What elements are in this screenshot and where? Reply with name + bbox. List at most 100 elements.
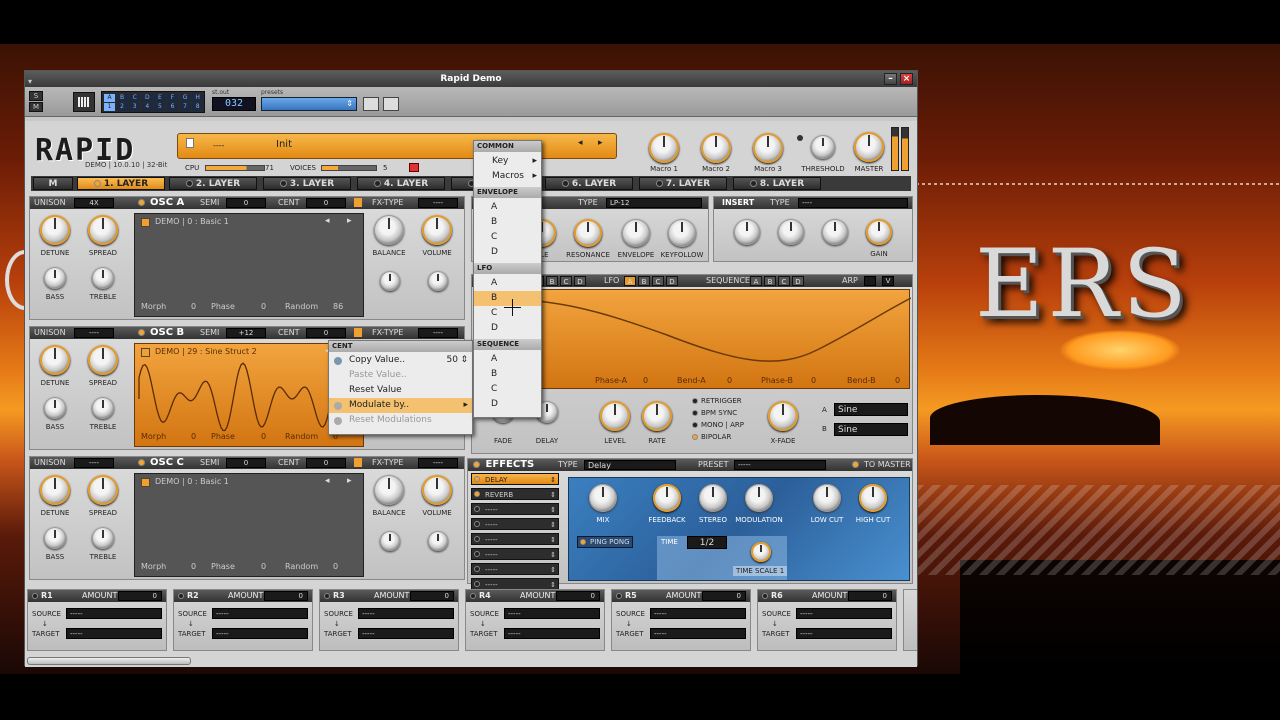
seq-button-d[interactable]: D xyxy=(792,276,804,286)
threshold-knob[interactable] xyxy=(811,135,835,159)
mod-slot-led[interactable] xyxy=(762,593,768,599)
lfo-button-c[interactable]: C xyxy=(652,276,664,286)
fx-slot-3[interactable]: ----- ⇕ xyxy=(471,503,559,515)
mod-source-value[interactable]: ----- xyxy=(358,608,454,619)
fx-type-value[interactable]: ---- xyxy=(418,198,458,208)
mod-amount-value[interactable]: 0 xyxy=(848,591,892,601)
save-icon[interactable] xyxy=(383,97,399,111)
lfo-option-3[interactable]: BIPOLAR xyxy=(692,433,731,441)
mod-amount-value[interactable]: 0 xyxy=(264,591,308,601)
time-scale-knob[interactable] xyxy=(751,542,771,562)
balance-knob[interactable] xyxy=(374,215,404,245)
fx-type-value[interactable]: ---- xyxy=(418,328,458,338)
seq-button-c[interactable]: C xyxy=(778,276,790,286)
treble-knob[interactable] xyxy=(92,527,114,549)
seq-button-b[interactable]: B xyxy=(764,276,776,286)
submenu-lfo-d[interactable]: D xyxy=(474,321,541,336)
semi-value[interactable]: +12 xyxy=(226,328,266,338)
mod-target-value[interactable]: ----- xyxy=(66,628,162,639)
semi-value[interactable]: 0 xyxy=(226,458,266,468)
mod-target-value[interactable]: ----- xyxy=(212,628,308,639)
cent-value[interactable]: 0 xyxy=(306,198,346,208)
macro-3-knob[interactable] xyxy=(753,133,783,163)
submenu-sequence-d[interactable]: D xyxy=(474,397,541,412)
unison-value[interactable]: ---- xyxy=(74,458,114,468)
minimize-button[interactable]: – xyxy=(884,73,897,85)
modulate-by-item[interactable]: Modulate by.. ▸ xyxy=(329,398,472,413)
submenu-lfo-a[interactable]: A xyxy=(474,276,541,291)
submenu-envelope-a[interactable]: A xyxy=(474,200,541,215)
layer-tab-3[interactable]: 3. LAYER xyxy=(263,177,351,190)
submenu-sequence-b[interactable]: B xyxy=(474,367,541,382)
layer-tab-6[interactable]: 6. LAYER xyxy=(545,177,633,190)
wave-prev-icon[interactable]: ◂ xyxy=(325,476,330,486)
bass-knob[interactable] xyxy=(44,397,66,419)
midi-cell-4[interactable]: 4 xyxy=(141,103,153,111)
filter-type-value[interactable]: LP-12 xyxy=(606,198,702,208)
output-value[interactable]: 032 xyxy=(212,97,256,111)
layer-tab-7[interactable]: 7. LAYER xyxy=(639,177,727,190)
fx-slot-5[interactable]: ----- ⇕ xyxy=(471,533,559,545)
spread-knob[interactable] xyxy=(88,345,118,375)
envelope-knob[interactable] xyxy=(622,219,650,247)
osc-fx-knob-2[interactable] xyxy=(428,271,448,291)
mod-target-value[interactable]: ----- xyxy=(650,628,746,639)
midi-cell-3[interactable]: 3 xyxy=(129,103,141,111)
host-preset-dropdown[interactable]: ⇕ xyxy=(261,97,357,111)
unison-value[interactable]: 4X xyxy=(74,198,114,208)
midi-cell-1[interactable]: 1 xyxy=(104,103,115,111)
env-button-c[interactable]: C xyxy=(560,276,572,286)
spread-knob[interactable] xyxy=(88,475,118,505)
fx-slot-2[interactable]: REVERB ⇕ xyxy=(471,488,559,500)
macro-1-knob[interactable] xyxy=(649,133,679,163)
midi-cell-7[interactable]: 7 xyxy=(179,103,191,111)
fx-toggle-icon[interactable] xyxy=(354,198,362,207)
panic-icon[interactable] xyxy=(409,163,419,172)
submenu-sequence-a[interactable]: A xyxy=(474,352,541,367)
feedback-knob[interactable] xyxy=(653,484,681,512)
balance-knob[interactable] xyxy=(374,475,404,505)
shape-a-dropdown[interactable]: Sine xyxy=(834,403,908,416)
bass-knob[interactable] xyxy=(44,527,66,549)
submenu-sequence-c[interactable]: C xyxy=(474,382,541,397)
treble-knob[interactable] xyxy=(92,397,114,419)
midi-cell-8[interactable]: 8 xyxy=(192,103,204,111)
bass-knob[interactable] xyxy=(44,267,66,289)
osc-fx-knob-1[interactable] xyxy=(380,531,400,551)
osc-led[interactable] xyxy=(138,329,145,336)
mod-amount-value[interactable]: 0 xyxy=(702,591,746,601)
level-knob[interactable] xyxy=(600,401,630,431)
prev-preset-icon[interactable]: ◂ xyxy=(578,138,583,148)
lfo-button-a[interactable]: A xyxy=(624,276,636,286)
spread-knob[interactable] xyxy=(88,215,118,245)
low-cut-knob[interactable] xyxy=(813,484,841,512)
midi-cell-2[interactable]: 2 xyxy=(116,103,128,111)
submenu-envelope-c[interactable]: C xyxy=(474,230,541,245)
load-icon[interactable] xyxy=(363,97,379,111)
osc-fx-knob-1[interactable] xyxy=(380,271,400,291)
insert-knob-1[interactable] xyxy=(734,219,760,245)
volume-knob[interactable] xyxy=(422,475,452,505)
midi-cell-B[interactable]: B xyxy=(116,94,128,102)
time-value[interactable]: 1/2 xyxy=(687,536,727,549)
layer-tab-2[interactable]: 2. LAYER xyxy=(169,177,257,190)
close-button[interactable]: × xyxy=(900,73,913,85)
horizontal-scrollbar[interactable] xyxy=(27,657,191,665)
detune-knob[interactable] xyxy=(40,215,70,245)
arp-led[interactable] xyxy=(864,276,876,286)
insert-knob-2[interactable] xyxy=(778,219,804,245)
submenu-common-macros[interactable]: Macros ▸ xyxy=(474,169,541,184)
layer-tab-4[interactable]: 4. LAYER xyxy=(357,177,445,190)
ping-pong-toggle[interactable]: PING PONG xyxy=(577,536,633,548)
lfo-button-b[interactable]: B xyxy=(638,276,650,286)
cent-value[interactable]: 0 xyxy=(306,458,346,468)
fx-slot-4[interactable]: ----- ⇕ xyxy=(471,518,559,530)
midi-channel-grid[interactable]: ABCDEFGH 12345678 xyxy=(101,91,205,113)
midi-cell-G[interactable]: G xyxy=(179,94,191,102)
wave-next-icon[interactable]: ▸ xyxy=(347,216,352,226)
fx-slot-6[interactable]: ----- ⇕ xyxy=(471,548,559,560)
reset-modulations-item[interactable]: Reset Modulations xyxy=(329,413,472,428)
mod-slot-led[interactable] xyxy=(324,593,330,599)
midi-cell-C[interactable]: C xyxy=(129,94,141,102)
mute-button[interactable]: M xyxy=(29,102,43,112)
